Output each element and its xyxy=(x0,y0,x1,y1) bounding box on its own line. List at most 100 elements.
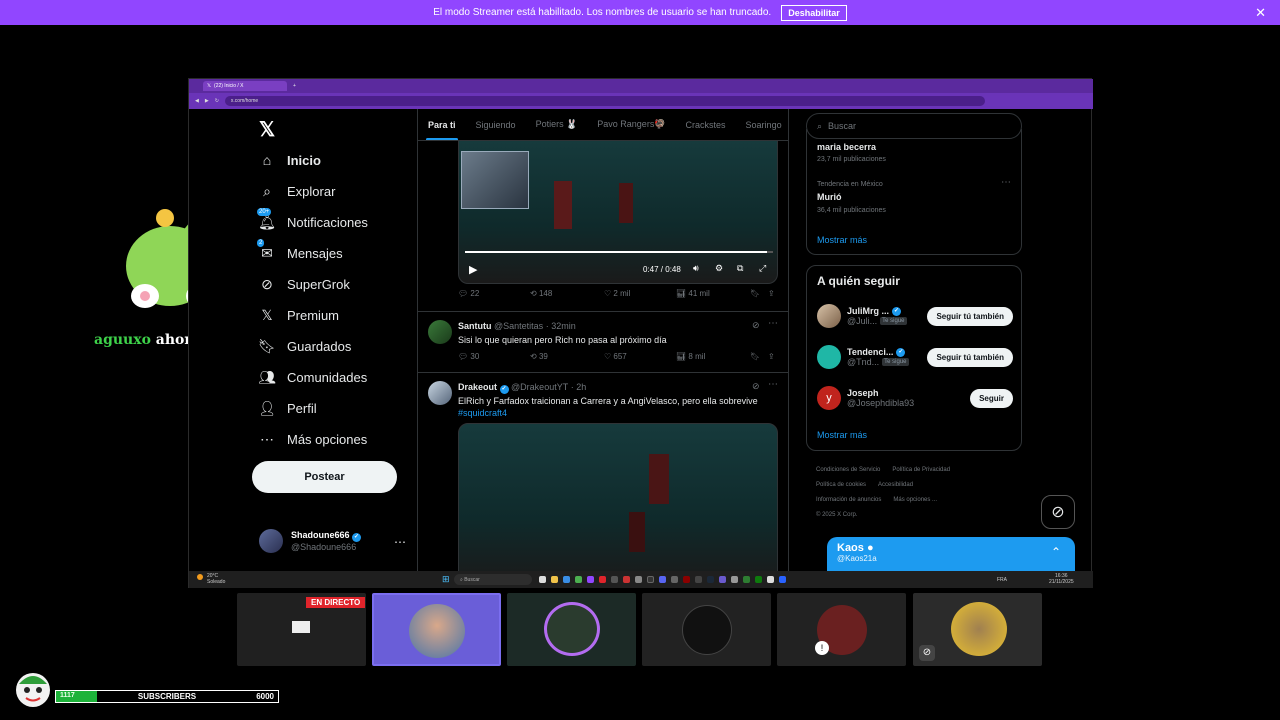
account-more-icon[interactable]: ⋯ xyxy=(394,535,406,549)
grok-float-button[interactable]: ⊘ xyxy=(1041,495,1075,529)
volume-icon[interactable]: 🔊︎ xyxy=(693,263,699,274)
close-icon[interactable]: ✕ xyxy=(1255,5,1266,21)
nav-bookmarks[interactable]: 🔖︎ Guardados xyxy=(258,338,351,354)
tweet-author[interactable]: Santutu @Santetitas · 32min xyxy=(458,321,576,331)
avatar[interactable] xyxy=(428,381,452,405)
footer-link[interactable]: Más opciones ... xyxy=(893,497,937,503)
app-icon[interactable] xyxy=(755,576,762,583)
app-icon[interactable] xyxy=(647,576,654,583)
like-button[interactable]: ♡ 2 mil xyxy=(604,289,630,298)
video-player[interactable]: ▶ 0:47 / 0:48 🔊︎ ⚙ ⧉ ⤢ xyxy=(458,141,778,284)
footer-link[interactable]: Condiciones de Servicio xyxy=(816,467,880,473)
app-icon[interactable] xyxy=(539,576,546,583)
tab-soaringo[interactable]: Soaringo xyxy=(736,109,788,140)
more-icon[interactable]: ⋯ xyxy=(1001,177,1011,188)
settings-icon[interactable]: ⚙ xyxy=(715,263,723,274)
app-icon[interactable] xyxy=(611,576,618,583)
account-switcher[interactable]: Shadoune666 ✓ @Shadoune666 xyxy=(259,529,409,553)
grok-icon[interactable]: ⊘ xyxy=(752,320,760,331)
taskbar-date[interactable]: 21/11/2025 xyxy=(1049,579,1074,585)
tweet[interactable]: Santutu @Santetitas · 32min ⊘ ⋯ Sisi lo … xyxy=(418,312,788,373)
app-icon[interactable] xyxy=(563,576,570,583)
suggestion-row[interactable]: y Joseph @Josephdibla93 Seguir xyxy=(817,386,1013,410)
nav-premium[interactable]: 𝕏 Premium xyxy=(259,307,339,323)
app-icon[interactable] xyxy=(635,576,642,583)
app-icon[interactable] xyxy=(671,576,678,583)
nav-home[interactable]: ⌂ Inicio xyxy=(259,152,321,168)
video-player[interactable] xyxy=(458,423,778,571)
tab-crackstes[interactable]: Crackstes xyxy=(676,109,736,140)
reply-button[interactable]: 💬︎ 30 xyxy=(458,352,479,361)
back-icon[interactable]: ◀ xyxy=(195,98,199,104)
camera-tile-selected[interactable] xyxy=(372,593,501,666)
nav-messages[interactable]: ✉ 2 Mensajes xyxy=(257,239,343,261)
fullscreen-icon[interactable]: ⤢ xyxy=(759,263,766,274)
chevron-up-icon[interactable]: ⌃ xyxy=(1051,545,1061,559)
post-button[interactable]: Postear xyxy=(252,461,397,493)
nav-supergrok[interactable]: ⊘ SuperGrok xyxy=(259,276,350,292)
taskbar-search[interactable]: ⌕ Buscar xyxy=(454,574,532,585)
nav-notifications[interactable]: 🔔︎ 20+ Notificaciones xyxy=(257,208,368,230)
windows-start-icon[interactable]: ⊞ xyxy=(442,574,450,585)
suggestion-row[interactable]: Tendenci... ✓ @Tnd... Te sigue Seguir tú t… xyxy=(817,345,1013,369)
show-more-follow-link[interactable]: Mostrar más xyxy=(817,430,867,440)
play-icon[interactable]: ▶ xyxy=(469,263,477,276)
grok-icon[interactable]: ⊘ xyxy=(752,381,760,392)
search-input[interactable]: ⌕ Buscar xyxy=(806,113,1022,139)
tweet-author[interactable]: Drakeout ✓ @DrakeoutYT · 2h xyxy=(458,382,586,394)
taskbar-language[interactable]: FRA xyxy=(997,577,1007,583)
views-button[interactable]: 📊︎ 8 mil xyxy=(676,352,705,361)
footer-link[interactable]: Política de Privacidad xyxy=(892,467,950,473)
trend-name[interactable]: maria becerra xyxy=(817,142,876,152)
forward-icon[interactable]: ▶ xyxy=(205,98,209,104)
browser-tab[interactable]: 𝕏 (22) Inicio / X xyxy=(203,81,287,91)
app-icon[interactable] xyxy=(719,576,726,583)
app-icon[interactable] xyxy=(743,576,750,583)
discord-icon[interactable] xyxy=(659,576,666,583)
tab-following[interactable]: Siguiendo xyxy=(466,109,526,140)
share-icon[interactable]: ⇪ xyxy=(768,289,775,298)
camera-tile[interactable] xyxy=(507,593,636,666)
suggestion-row[interactable]: JuliMrg ... ✓ @Juli... Te sigue Seguir tú … xyxy=(817,304,1013,328)
follow-button[interactable]: Seguir xyxy=(970,388,1013,408)
hashtag-link[interactable]: #squidcraft4 xyxy=(458,408,507,418)
like-button[interactable]: ♡ 657 xyxy=(604,352,627,361)
repost-button[interactable]: ⟲ 39 xyxy=(530,352,548,361)
chrome-icon[interactable] xyxy=(575,576,582,583)
bookmark-icon[interactable]: 🔖︎ xyxy=(750,352,760,361)
app-icon[interactable] xyxy=(767,576,774,583)
x-logo-icon[interactable]: 𝕏 xyxy=(259,117,275,142)
avatar[interactable] xyxy=(428,320,452,344)
app-icon[interactable] xyxy=(695,576,702,583)
camera-tile[interactable]: ⊘ xyxy=(913,593,1042,666)
follow-back-button[interactable]: Seguir tú también xyxy=(927,306,1013,326)
video-progress-track[interactable] xyxy=(465,251,773,253)
bookmark-icon[interactable]: 🔖︎ xyxy=(750,289,760,298)
app-icon[interactable] xyxy=(683,576,690,583)
camera-tile[interactable] xyxy=(642,593,771,666)
nav-profile[interactable]: 👤︎ Perfil xyxy=(258,400,317,416)
more-icon[interactable]: ⋯ xyxy=(768,318,778,329)
chat-drawer[interactable]: Kaos ● @Kaos21a ⌃ xyxy=(827,537,1075,573)
camera-tile[interactable]: ! xyxy=(777,593,906,666)
steam-icon[interactable] xyxy=(707,576,714,583)
footer-link[interactable]: Política de cookies xyxy=(816,482,866,488)
app-icon[interactable] xyxy=(623,576,630,583)
share-icon[interactable]: ⇪ xyxy=(768,352,775,361)
tab-for-you[interactable]: Para ti xyxy=(418,109,466,140)
tweet[interactable]: Drakeout ✓ @DrakeoutYT · 2h ⊘ ⋯ ElRich y… xyxy=(418,373,788,571)
nav-explore[interactable]: ⌕ Explorar xyxy=(259,183,335,199)
app-icon[interactable] xyxy=(599,576,606,583)
views-button[interactable]: 📊︎ 41 mil xyxy=(676,289,710,298)
address-bar[interactable]: x.com/home xyxy=(224,96,985,106)
reply-button[interactable]: 💬︎ 22 xyxy=(458,289,479,298)
app-icon[interactable] xyxy=(731,576,738,583)
show-more-trends-link[interactable]: Mostrar más xyxy=(817,235,867,245)
more-icon[interactable]: ⋯ xyxy=(768,379,778,390)
reload-icon[interactable]: ↻ xyxy=(215,98,219,104)
footer-link[interactable]: Accesibilidad xyxy=(878,482,913,488)
trend-name[interactable]: Murió xyxy=(817,192,842,202)
follow-back-button[interactable]: Seguir tú también xyxy=(927,347,1013,367)
app-icon[interactable] xyxy=(779,576,786,583)
nav-communities[interactable]: 👥︎ Comunidades xyxy=(258,369,367,385)
